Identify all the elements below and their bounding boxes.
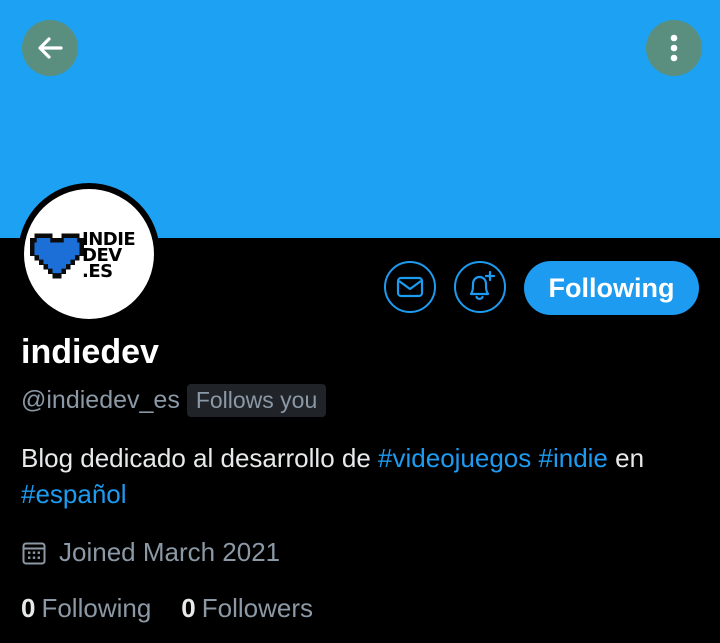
avatar[interactable]: INDIE DEV .ES <box>18 183 160 325</box>
follow-stats: 0 Following 0 Followers <box>21 593 343 624</box>
following-button[interactable]: Following <box>524 261 699 315</box>
display-name: indiedev <box>21 333 159 371</box>
bio-space <box>531 443 538 473</box>
avatar-logo: INDIE DEV .ES <box>24 189 154 319</box>
calendar-icon <box>22 542 46 564</box>
hashtag-link[interactable]: #español <box>21 479 127 509</box>
following-count: 0 <box>21 593 36 623</box>
more-options-button[interactable] <box>646 20 702 76</box>
notifications-button[interactable] <box>454 261 506 313</box>
arrow-left-icon <box>38 37 63 59</box>
followers-count: 0 <box>181 593 196 623</box>
following-count-link[interactable]: 0 Following <box>21 593 151 624</box>
profile-bio: Blog dedicado al desarrollo de #videojue… <box>21 440 711 512</box>
joined-date: Joined March 2021 <box>21 537 280 568</box>
followers-count-link[interactable]: 0 Followers <box>181 593 313 624</box>
logo-text: INDIE DEV .ES <box>82 231 136 282</box>
bio-text: Blog dedicado al desarrollo de <box>21 443 379 473</box>
handle-row: @indiedev_es Follows you <box>21 384 327 417</box>
pixel-heart-icon <box>30 233 84 279</box>
followers-label: Followers <box>201 593 314 623</box>
joined-text: Joined March 2021 <box>59 537 281 567</box>
mail-icon <box>396 276 424 298</box>
follows-you-badge: Follows you <box>186 384 327 417</box>
logo-line-3: .ES <box>82 261 113 282</box>
hashtag-link[interactable]: #indie <box>539 443 608 473</box>
following-label: Following <box>41 593 152 623</box>
message-button[interactable] <box>384 261 436 313</box>
back-button[interactable] <box>22 20 78 76</box>
bell-plus-icon <box>469 270 496 300</box>
bio-text: en <box>607 443 645 473</box>
username-handle: @indiedev_es <box>21 386 180 414</box>
hashtag-link[interactable]: #videojuegos <box>378 443 531 473</box>
more-vertical-icon <box>670 34 678 62</box>
